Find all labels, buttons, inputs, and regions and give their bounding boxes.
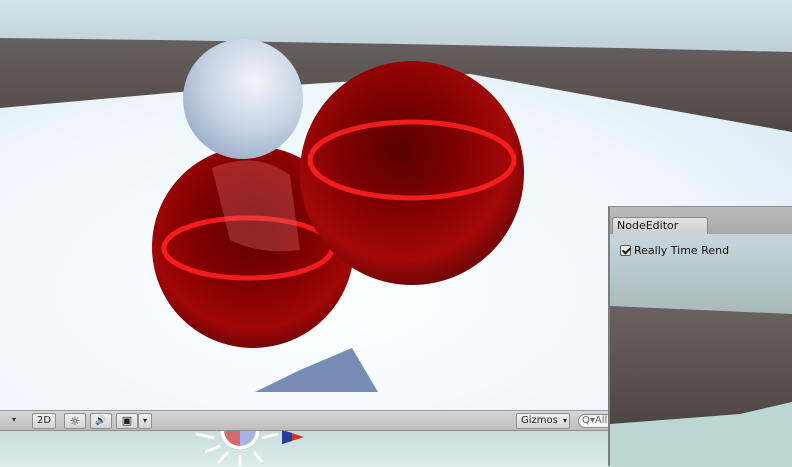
mode-2d-button[interactable]: 2D <box>32 413 56 429</box>
scene-effects-icon[interactable]: ▣ <box>116 413 138 429</box>
chevron-down-icon: ▾ <box>563 416 568 425</box>
scene-effects-dropdown[interactable]: ▾ <box>138 413 152 429</box>
toggle-label: Really Time Rend <box>634 244 730 257</box>
node-editor-window: NodeEditor Really Time Rend <box>608 206 792 467</box>
really-time-render-toggle[interactable]: Really Time Rend <box>620 244 729 257</box>
scene-audio-icon[interactable]: 🔊 <box>90 413 112 429</box>
tab-node-editor[interactable]: NodeEditor <box>612 217 708 234</box>
shading-mode-dropdown[interactable]: ▾ <box>12 415 16 424</box>
checkbox[interactable] <box>620 245 631 256</box>
gizmos-label: Gizmos <box>521 415 558 426</box>
node-editor-body[interactable]: Really Time Rend <box>610 234 792 467</box>
gizmos-menu[interactable]: Gizmos ▾ <box>516 413 570 429</box>
white-sphere <box>183 39 303 159</box>
red-sphere-large <box>300 61 524 285</box>
scene-toolbar: ▾ 2D ☼ 🔊 ▣ ▾ Gizmos ▾ Q▾All <box>0 410 618 431</box>
node-editor-tabbar: NodeEditor <box>610 207 792 234</box>
scene-lighting-icon[interactable]: ☼ <box>64 413 86 429</box>
lower-scene-band <box>0 431 609 466</box>
node-editor-preview <box>610 234 792 467</box>
